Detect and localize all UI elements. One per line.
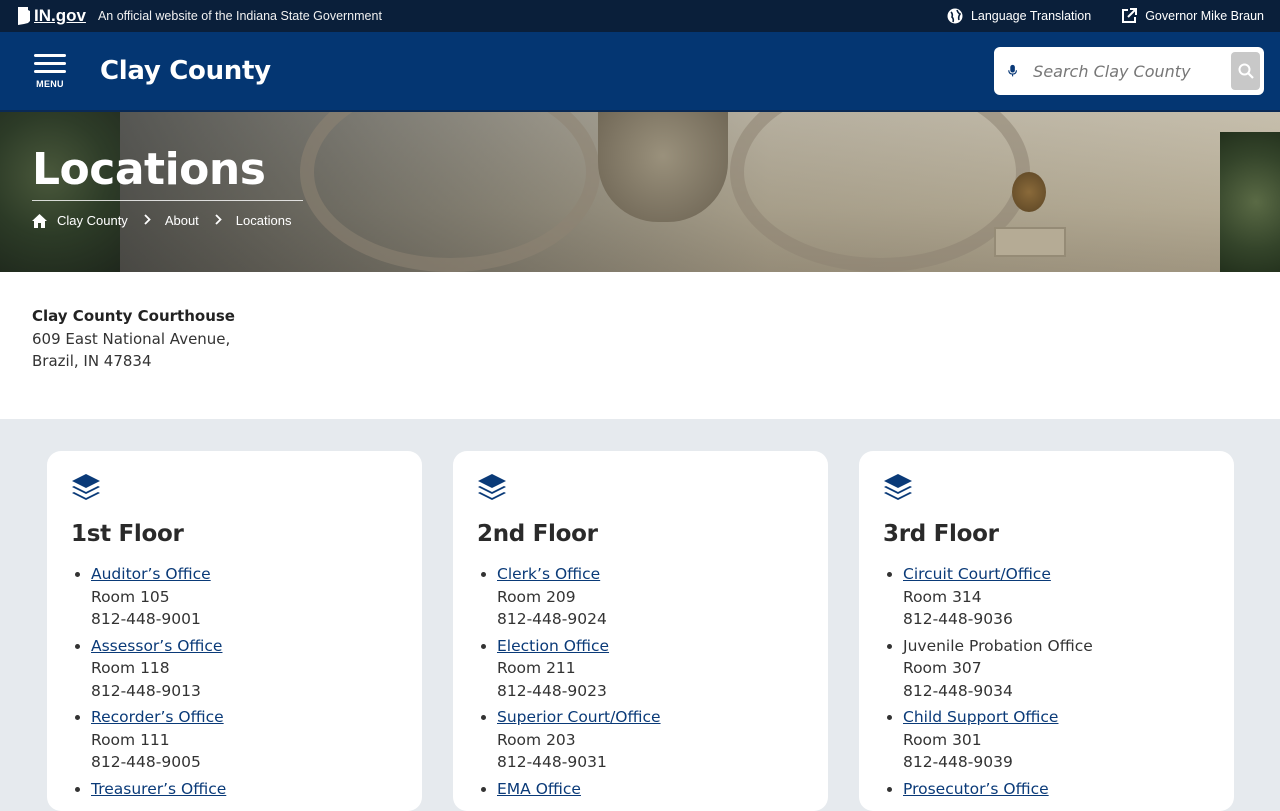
layers-icon <box>72 474 100 500</box>
breadcrumb-about[interactable]: About <box>165 213 199 228</box>
search-button[interactable] <box>1231 52 1260 90</box>
governor-link[interactable]: Governor Mike Braun <box>1121 8 1264 24</box>
hero-tree-right <box>1220 132 1280 272</box>
list-item: Circuit Court/Office Room 314 812-448-9036 <box>903 563 1210 631</box>
search-box <box>994 47 1264 95</box>
list-item: Prosecutor’s Office <box>903 778 1210 801</box>
hero-arch-left <box>300 112 600 272</box>
layers-icon <box>478 474 506 500</box>
office-link[interactable]: Child Support Office <box>903 708 1058 726</box>
indiana-state-icon <box>18 7 30 25</box>
list-item: Election Office Room 211 812-448-9023 <box>497 635 804 703</box>
office-link[interactable]: Assessor’s Office <box>91 637 222 655</box>
floor-card: 3rd Floor Circuit Court/Office Room 314 81… <box>859 451 1234 811</box>
list-item: Treasurer’s Office <box>91 778 398 801</box>
office-room: Room 314 <box>903 587 982 606</box>
search-input[interactable] <box>1033 61 1232 81</box>
menu-button[interactable]: MENU <box>32 53 68 89</box>
list-item: EMA Office <box>497 778 804 801</box>
chevron-right-icon <box>144 213 151 228</box>
chevron-right-icon <box>215 213 222 228</box>
office-phone: 812-448-9024 <box>497 610 607 628</box>
floor-title: 2nd Floor <box>477 521 598 547</box>
microphone-icon[interactable] <box>1008 62 1017 80</box>
breadcrumb: Clay County About Locations <box>32 213 303 228</box>
floor-card: 2nd Floor Clerk’s Office Room 209 812-448-… <box>453 451 828 811</box>
office-link[interactable]: EMA Office <box>497 780 581 798</box>
office-list: Circuit Court/Office Room 314 812-448-9036… <box>883 563 1210 800</box>
list-item: Juvenile Probation Office Room 307 812-448… <box>903 635 1210 703</box>
hero-arch-right <box>730 112 1030 272</box>
menu-icon <box>34 53 66 57</box>
in-gov-logo[interactable]: IN.gov <box>16 6 86 26</box>
office-list: Auditor’s Office Room 105 812-448-9001 Ass… <box>71 563 398 800</box>
office-room: Room 209 <box>497 587 576 606</box>
office-room: Room 111 <box>91 730 170 749</box>
office-room: Room 203 <box>497 730 576 749</box>
office-phone: 812-448-9036 <box>903 610 1013 628</box>
layers-icon <box>884 474 912 500</box>
office-link[interactable]: Prosecutor’s Office <box>903 780 1049 798</box>
address-line-1: 609 East National Avenue, <box>32 329 231 348</box>
gov-bar: IN.gov An official website of the Indian… <box>0 0 1280 32</box>
office-phone: 812-448-9005 <box>91 753 201 771</box>
office-phone: 812-448-9031 <box>497 753 607 771</box>
language-translation-label: Language Translation <box>970 9 1092 23</box>
office-room: Room 307 <box>903 659 982 677</box>
courthouse-name: Clay County Courthouse <box>32 307 235 325</box>
office-link[interactable]: Treasurer’s Office <box>91 780 226 798</box>
home-icon[interactable] <box>32 213 47 228</box>
floor-title: 1st Floor <box>71 521 184 547</box>
page-title: Locations <box>32 148 303 201</box>
office-room: Room 105 <box>91 587 170 606</box>
governor-label: Governor Mike Braun <box>1145 9 1264 23</box>
hero-banner: Locations Clay County About Locations <box>0 112 1280 272</box>
menu-icon-bar <box>34 61 66 65</box>
office-link[interactable]: Superior Court/Office <box>497 708 661 726</box>
office-phone: 812-448-9034 <box>903 681 1013 700</box>
official-website-text: An official website of the Indiana State… <box>97 9 382 23</box>
floor-title: 3rd Floor <box>883 521 999 547</box>
office-phone: 812-448-9023 <box>497 681 607 700</box>
office-room: Room 301 <box>903 730 982 749</box>
breadcrumb-current: Locations <box>235 213 292 228</box>
list-item: Auditor’s Office Room 105 812-448-9001 <box>91 563 398 631</box>
menu-label: MENU <box>36 78 64 89</box>
office-list: Clerk’s Office Room 209 812-448-9024 Elect… <box>477 563 804 800</box>
hero-medallion <box>1012 172 1046 212</box>
list-item: Child Support Office Room 301 812-448-9039 <box>903 706 1210 774</box>
office-room: Room 118 <box>91 659 170 677</box>
list-item: Assessor’s Office Room 118 812-448-9013 <box>91 635 398 703</box>
list-item: Clerk’s Office Room 209 812-448-9024 <box>497 563 804 631</box>
menu-icon-bar <box>34 69 66 73</box>
courthouse-address: Clay County Courthouse 609 East National… <box>0 272 1280 419</box>
office-phone: 812-448-9001 <box>91 610 201 628</box>
office-link[interactable]: Circuit Court/Office <box>903 565 1051 583</box>
office-link[interactable]: Election Office <box>497 637 609 655</box>
floor-card: 1st Floor Auditor’s Office Room 105 812-44… <box>47 451 422 811</box>
search-icon <box>1238 63 1254 79</box>
office-phone: 812-448-9039 <box>903 753 1013 771</box>
office-room: Room 211 <box>497 659 576 677</box>
office-link[interactable]: Auditor’s Office <box>91 565 211 583</box>
globe-icon <box>947 8 963 24</box>
language-translation-link[interactable]: Language Translation <box>947 8 1091 24</box>
hero-fountain <box>598 112 728 222</box>
office-link[interactable]: Recorder’s Office <box>91 708 224 726</box>
floor-cards: 1st Floor Auditor’s Office Room 105 812-44… <box>47 451 1234 811</box>
site-header: MENU Clay County <box>0 32 1280 112</box>
list-item: Recorder’s Office Room 111 812-448-9005 <box>91 706 398 774</box>
office-name: Juvenile Probation Office <box>903 636 1093 655</box>
external-link-icon <box>1122 8 1138 23</box>
list-item: Superior Court/Office Room 203 812-448-903… <box>497 706 804 774</box>
in-gov-logo-text: IN.gov <box>34 6 86 25</box>
address-line-2: Brazil, IN 47834 <box>32 352 152 370</box>
hero-plaque <box>994 227 1066 257</box>
site-title[interactable]: Clay County <box>100 56 271 86</box>
office-link[interactable]: Clerk’s Office <box>497 565 600 583</box>
breadcrumb-clay-county[interactable]: Clay County <box>57 213 128 228</box>
office-phone: 812-448-9013 <box>91 681 201 700</box>
